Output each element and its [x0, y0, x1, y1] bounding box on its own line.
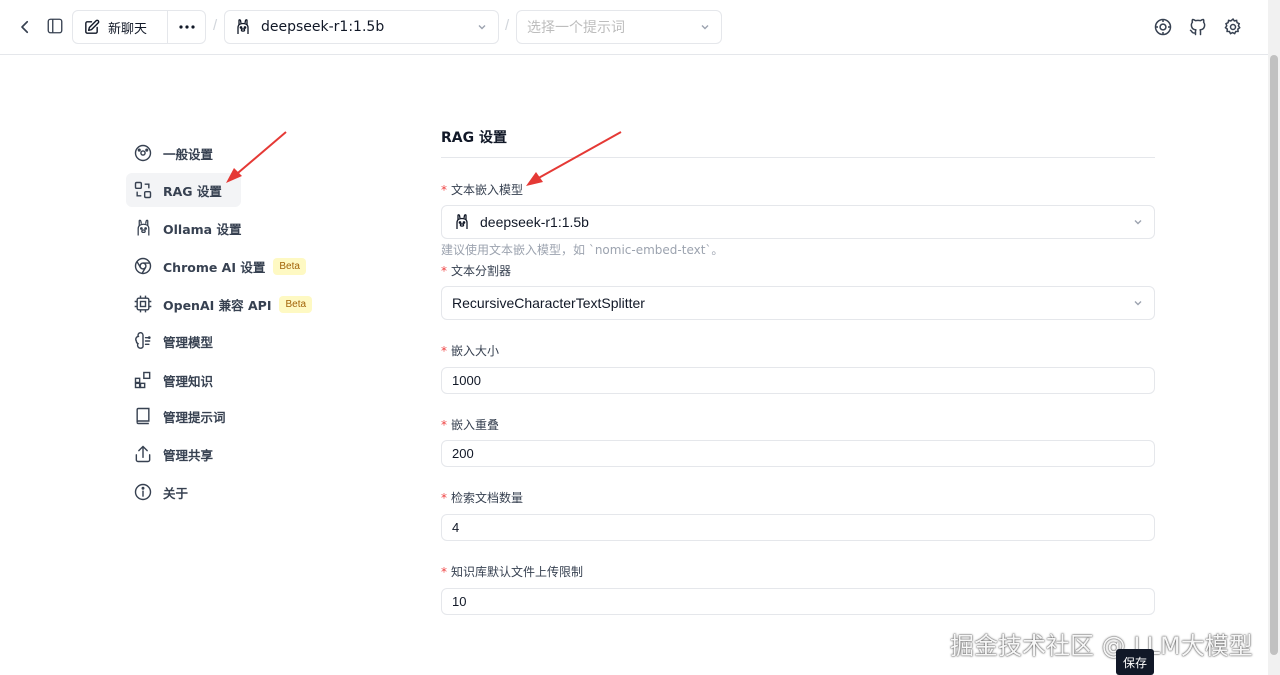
sidebar-item-ollama[interactable]: Ollama 设置: [126, 211, 316, 245]
embedding-model-label: * 文本嵌入模型: [441, 181, 523, 198]
prompt-select[interactable]: 选择一个提示词: [516, 10, 722, 44]
sidebar-item-label: 管理知识: [163, 373, 214, 389]
chunk-overlap-input[interactable]: 200: [441, 440, 1155, 467]
required-marker: *: [441, 183, 447, 197]
save-button[interactable]: 保存: [1116, 649, 1154, 675]
upload-limit-label: * 知识库默认文件上传限制: [441, 563, 583, 580]
ollama-icon: [235, 18, 251, 36]
embedding-model-help: 建议使用文本嵌入模型，如 `nomic-embed-text`。: [441, 243, 724, 257]
github-icon[interactable]: [1187, 16, 1209, 38]
new-chat-button[interactable]: 新聊天: [73, 11, 167, 43]
sidebar-item-openai-api[interactable]: OpenAI 兼容 API Beta: [126, 287, 316, 321]
sidebar-item-general[interactable]: 一般设置: [126, 136, 316, 170]
book-icon: [133, 406, 153, 426]
required-marker: *: [441, 264, 447, 278]
page-title: RAG 设置: [441, 130, 507, 146]
sidebar-item-label: RAG 设置: [163, 183, 222, 199]
upload-limit-input[interactable]: 10: [441, 588, 1155, 615]
blocks-icon: [133, 370, 153, 390]
share-icon: [133, 444, 153, 464]
sidebar-item-label: OpenAI 兼容 API: [163, 297, 272, 313]
required-marker: *: [441, 418, 447, 432]
embedding-model-value: deepseek-r1:1.5b: [480, 214, 589, 230]
embedding-model-select[interactable]: deepseek-r1:1.5b: [441, 205, 1155, 239]
ollama-icon: [133, 218, 153, 238]
chevron-down-icon: [1132, 216, 1144, 228]
sidebar-item-label: 一般设置: [163, 146, 214, 162]
field-label-text: 检索文档数量: [451, 491, 524, 505]
sidebar-item-manage-knowledge[interactable]: 管理知识: [126, 363, 316, 397]
edit-icon: [83, 19, 100, 36]
settings-gear-icon[interactable]: [1222, 16, 1244, 38]
chevron-down-icon: [699, 21, 711, 33]
required-marker: *: [441, 491, 447, 505]
chunk-size-label: * 嵌入大小: [441, 342, 499, 359]
sidebar-item-label: 管理提示词: [163, 409, 226, 425]
more-options-icon[interactable]: [168, 11, 206, 43]
field-label-text: 嵌入大小: [451, 344, 500, 358]
brain-icon: [133, 331, 153, 351]
required-marker: *: [441, 565, 447, 579]
sidebar-item-manage-sharing[interactable]: 管理共享: [126, 437, 316, 471]
field-label-text: 嵌入重叠: [451, 418, 500, 432]
sidebar-item-label: 管理共享: [163, 447, 214, 463]
annotation-arrow: [526, 131, 622, 186]
breadcrumb-separator: /: [505, 17, 510, 34]
sidebar-item-label: 管理模型: [163, 334, 214, 350]
new-chat-label: 新聊天: [108, 21, 148, 37]
chrome-icon: [133, 256, 153, 276]
chunk-size-input[interactable]: 1000: [441, 367, 1155, 394]
info-icon: [133, 482, 153, 502]
field-label-text: 知识库默认文件上传限制: [451, 565, 584, 579]
field-label-text: 文本嵌入模型: [451, 183, 524, 197]
model-settings-icon[interactable]: [1152, 16, 1174, 38]
required-marker: *: [441, 344, 447, 358]
chevron-down-icon: [476, 21, 488, 33]
sidebar-item-chrome-ai[interactable]: Chrome AI 设置 Beta: [126, 249, 316, 283]
rag-icon: [133, 180, 153, 200]
palette-icon: [133, 143, 153, 163]
sidebar-item-manage-prompts[interactable]: 管理提示词: [126, 399, 316, 433]
breadcrumb-separator: /: [213, 17, 218, 34]
prompt-select-placeholder: 选择一个提示词: [527, 20, 625, 36]
new-chat-chip: 新聊天: [72, 10, 206, 44]
sidebar-item-label: 关于: [163, 485, 189, 501]
chip-icon: [133, 294, 153, 314]
sidebar-item-label: Ollama 设置: [163, 221, 242, 237]
sidebar-item-label: Chrome AI 设置: [163, 259, 266, 275]
model-select-value: deepseek-r1:1.5b: [261, 19, 385, 35]
retrieval-count-input[interactable]: 4: [441, 514, 1155, 541]
retrieval-count-label: * 检索文档数量: [441, 489, 523, 506]
watermark: 掘金技术社区 @ LLM大模型: [950, 632, 1253, 660]
divider: [441, 157, 1155, 158]
top-bar: 新聊天 / deepseek-r1:1.5b / 选择一个提示词: [0, 0, 1268, 55]
splitter-label: * 文本分割器: [441, 262, 511, 279]
chunk-overlap-label: * 嵌入重叠: [441, 416, 499, 433]
sidebar-item-manage-models[interactable]: 管理模型: [126, 324, 316, 358]
model-select[interactable]: deepseek-r1:1.5b: [224, 10, 499, 44]
sidebar-item-rag[interactable]: RAG 设置: [126, 173, 241, 207]
scrollbar-thumb[interactable]: [1270, 55, 1278, 655]
text-splitter-select[interactable]: RecursiveCharacterTextSplitter: [441, 286, 1155, 320]
text-splitter-value: RecursiveCharacterTextSplitter: [452, 295, 645, 311]
scrollbar[interactable]: [1268, 0, 1280, 675]
beta-badge: Beta: [279, 295, 313, 313]
back-icon[interactable]: [14, 16, 36, 38]
ollama-icon: [454, 213, 470, 231]
field-label-text: 文本分割器: [451, 264, 512, 278]
chevron-down-icon: [1132, 297, 1144, 309]
sidebar-toggle-icon[interactable]: [44, 15, 66, 37]
beta-badge: Beta: [273, 257, 306, 275]
sidebar-item-about[interactable]: 关于: [126, 475, 316, 509]
